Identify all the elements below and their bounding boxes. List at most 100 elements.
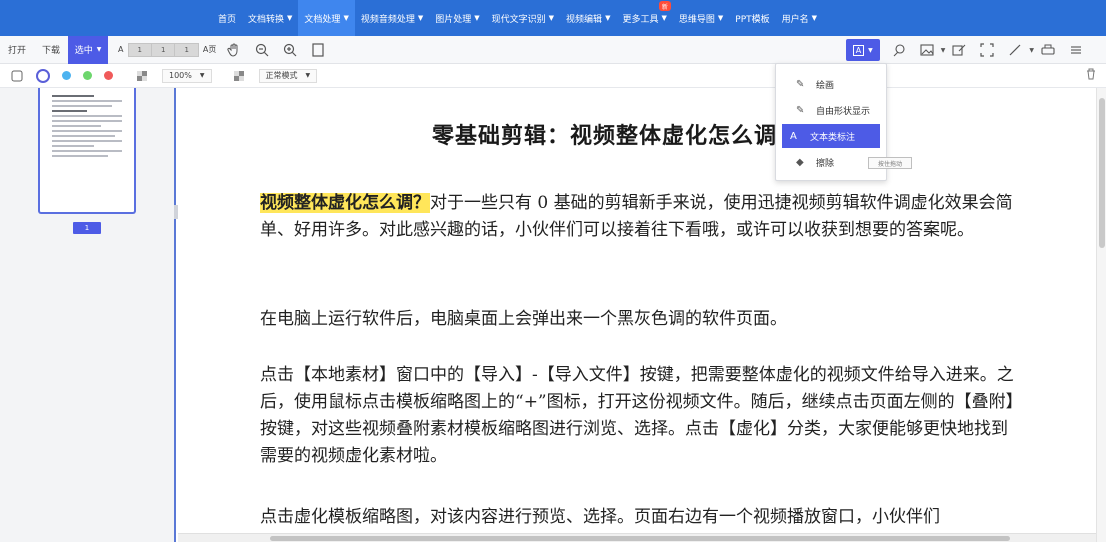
select-tool-button[interactable]: 选中 ▼: [68, 35, 109, 64]
nav-item-4[interactable]: 图片处理 ▼: [429, 0, 485, 36]
nav-item-1[interactable]: 文档转换 ▼: [242, 0, 298, 36]
dropdown-item-3[interactable]: ◆ 擦除: [782, 150, 880, 174]
color-swatch-red[interactable]: [104, 71, 113, 80]
fit-page-icon[interactable]: [307, 39, 329, 61]
thumbnail-pane: 1: [0, 88, 176, 542]
text-icon: A: [790, 130, 797, 142]
annotation-style-toolbar: 100% ▼ 正常模式 ▼: [0, 64, 1106, 88]
eraser-icon: ◆: [796, 156, 804, 168]
chevron-down-icon: ▼: [661, 14, 667, 22]
zoom-label: A: [118, 45, 124, 54]
document-title: 零基础剪辑：视频整体虚化怎么调？: [432, 124, 801, 149]
color-swatch-selected[interactable]: [36, 68, 50, 83]
open-button[interactable]: 打开: [0, 43, 34, 56]
vertical-scrollbar[interactable]: [1096, 88, 1106, 542]
nav-item-0[interactable]: 首页: [212, 0, 242, 36]
page-segment-control[interactable]: 1 1 1: [127, 42, 199, 57]
zoom-in-icon[interactable]: [279, 39, 301, 61]
chevron-down-icon: ▼: [343, 14, 349, 22]
trash-icon[interactable]: [1086, 68, 1096, 83]
paragraph-3: 点击【本地素材】窗口中的【导入】-【导入文件】按键，把需要整体虚化的视频文件给导…: [260, 365, 1015, 466]
nav-item-10[interactable]: 用户名 ▼: [776, 0, 823, 36]
edit-icon[interactable]: [948, 39, 970, 61]
page-thumbnail[interactable]: [38, 88, 136, 214]
chevron-down-icon[interactable]: ▼: [1029, 47, 1034, 54]
top-navigation-bar: 首页 文档转换 ▼ 文档处理 ▼ 视频音频处理 ▼ 图片处理 ▼ 现代文字识别 ▼ 视频编辑 ▼ 更多工具…: [0, 0, 1106, 36]
new-badge: 新: [658, 1, 671, 11]
nav-item-label: 现代文字识别: [491, 14, 546, 25]
text-annotation-icon: A: [852, 44, 865, 56]
zoom-out-icon[interactable]: [251, 39, 273, 61]
paragraph-1: 视频整体虚化怎么调？对于一些只有 0 基础的剪辑新手来说，使用迅捷视频剪辑软件调…: [260, 190, 1016, 244]
nav-item-label: 文档转换: [248, 14, 285, 25]
horizontal-scrollbar-thumb[interactable]: [270, 536, 1010, 541]
more-icon[interactable]: [1065, 39, 1087, 61]
segment-first[interactable]: 1: [129, 43, 152, 56]
nav-item-6[interactable]: 视频编辑 ▼: [560, 0, 616, 36]
opacity-icon: [131, 65, 153, 87]
nav-item-8[interactable]: 思维导图 ▼: [673, 0, 729, 36]
nav-item-7[interactable]: 更多工具 ▼ 新: [616, 0, 672, 36]
nav-item-label: 用户名: [781, 14, 809, 25]
paragraph-2: 在电脑上运行软件后，电脑桌面上会弹出来一个黑灰色调的软件页面。: [260, 309, 787, 329]
download-button[interactable]: 下载: [34, 43, 68, 56]
chevron-down-icon[interactable]: ▼: [941, 47, 946, 54]
nav-item-label: 更多工具: [622, 14, 659, 25]
nav-item-label: PPT模板: [735, 14, 770, 25]
segment-last[interactable]: 1: [175, 44, 197, 56]
dropdown-item-2[interactable]: A 文本类标注: [782, 124, 880, 148]
chevron-down-icon: ▼: [868, 46, 873, 54]
view-mode-value: 正常模式: [265, 71, 298, 80]
pen-icon: ✎: [796, 78, 805, 90]
highlighted-text[interactable]: 视频整体虚化怎么调？: [260, 193, 430, 213]
dropdown-item-label: 擦除: [816, 158, 835, 169]
select-tool-label: 选中: [74, 46, 93, 56]
chevron-down-icon: ▼: [305, 72, 311, 79]
stamp-icon[interactable]: [6, 65, 28, 87]
paging-label: A页: [202, 45, 217, 54]
dropdown-item-1[interactable]: ✎ 自由形状显示: [782, 98, 880, 122]
nav-item-label: 图片处理: [435, 14, 472, 25]
pen-icon: ✎: [796, 104, 805, 116]
main-toolbar: 打开 下载 选中 ▼ A 1 1 1 A页 A ▼ ▼ ▼: [0, 35, 1106, 64]
nav-item-label: 视频音频处理: [360, 14, 415, 25]
hand-icon[interactable]: [223, 39, 245, 61]
print-icon[interactable]: [1037, 39, 1059, 61]
chevron-down-icon: ▼: [605, 14, 611, 22]
nav-item-3[interactable]: 视频音频处理 ▼: [355, 0, 429, 36]
dropdown-item-0[interactable]: ✎ 绘画: [782, 72, 880, 96]
segment-middle[interactable]: 1: [152, 43, 176, 56]
document-view: 零基础剪辑：视频整体虚化怎么调？ 视频整体虚化怎么调？对于一些只有 0 基础的剪…: [178, 88, 1094, 533]
dropdown-item-label: 自由形状显示: [816, 106, 871, 117]
annotation-toolbar: A ▼ ▼ ▼: [845, 36, 1090, 64]
dropdown-item-label: 绘画: [816, 80, 835, 91]
vertical-scrollbar-thumb[interactable]: [1099, 98, 1105, 248]
nav-item-label: 首页: [218, 14, 237, 25]
chevron-down-icon: ▼: [548, 14, 555, 22]
nav-item-9[interactable]: PPT模板: [729, 0, 775, 36]
horizontal-scrollbar[interactable]: [178, 533, 1096, 542]
chevron-down-icon: ▼: [199, 72, 205, 79]
view-mode-icon: [228, 65, 250, 87]
nav-item-2[interactable]: 文档处理 ▼: [298, 0, 355, 36]
drag-tooltip: 按住拖动: [868, 157, 912, 169]
text-annotation-button[interactable]: A ▼: [845, 39, 880, 61]
zoom-value: 100%: [169, 71, 192, 80]
shape-tool-icon[interactable]: [888, 39, 910, 61]
chevron-down-icon: ▼: [811, 14, 818, 22]
nav-item-label: 视频编辑: [566, 14, 603, 25]
chevron-down-icon: ▼: [717, 14, 724, 22]
paragraph-4: 点击虚化模板缩略图，对该内容进行预览、选择。页面右边有一个视频播放窗口，小伙伴们: [260, 507, 940, 527]
zoom-select[interactable]: 100% ▼: [162, 68, 212, 83]
nav-item-label: 文档处理: [304, 14, 341, 25]
chevron-down-icon: ▼: [474, 14, 480, 22]
view-mode-select[interactable]: 正常模式 ▼: [258, 68, 318, 83]
crop-icon[interactable]: [976, 39, 998, 61]
image-icon[interactable]: [916, 39, 938, 61]
nav-item-5[interactable]: 现代文字识别 ▼: [486, 0, 560, 36]
dropdown-item-label: 文本类标注: [810, 132, 856, 143]
color-swatch-green[interactable]: [83, 71, 92, 80]
color-swatch-blue[interactable]: [62, 71, 71, 80]
line-tool-icon[interactable]: [1004, 39, 1026, 61]
page-number-badge: 1: [73, 222, 101, 234]
